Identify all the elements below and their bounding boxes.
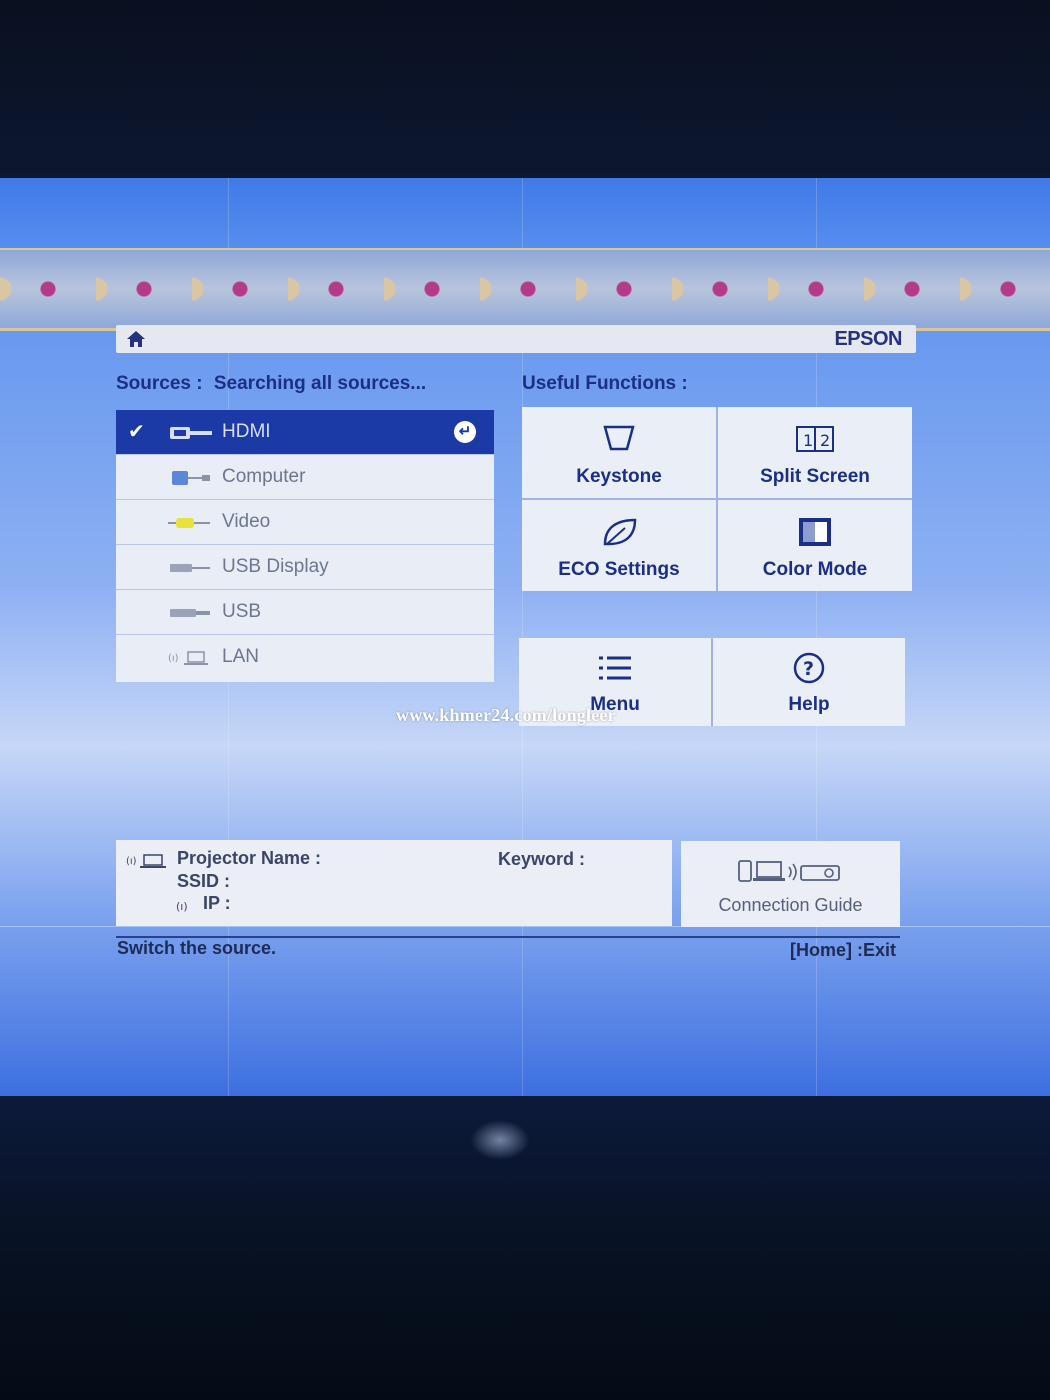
source-label: HDMI	[222, 421, 271, 442]
eco-settings-button[interactable]: ECO Settings	[522, 500, 716, 591]
svg-text:?: ?	[803, 658, 814, 680]
source-item-video[interactable]: Video	[116, 500, 494, 545]
source-label: Computer	[222, 466, 306, 487]
source-item-computer[interactable]: Computer	[116, 455, 494, 500]
tile-label: ECO Settings	[558, 559, 680, 580]
sources-label: Sources :	[116, 373, 203, 394]
sources-list: ✔ HDMI ↵ Computer Video USB Display USB …	[116, 410, 494, 682]
keystone-icon	[603, 425, 635, 451]
split-screen-icon: 1 2	[796, 426, 834, 452]
svg-text:2: 2	[820, 431, 830, 450]
wall-border-pattern	[0, 248, 1050, 331]
source-item-usb-display[interactable]: USB Display	[116, 545, 494, 590]
svg-text:(ı): (ı)	[176, 900, 188, 913]
network-projector-icon: (ı)	[126, 854, 166, 868]
source-label: USB Display	[222, 556, 329, 577]
keyword-label: Keyword :	[498, 849, 586, 869]
svg-text:(ı): (ı)	[126, 856, 137, 867]
brand-logo: EPSON	[834, 328, 902, 350]
title-bar: EPSON	[116, 325, 916, 353]
keystone-button[interactable]: Keystone	[522, 407, 716, 498]
usb-display-icon	[170, 564, 210, 572]
source-item-hdmi[interactable]: ✔ HDMI ↵	[116, 410, 494, 455]
home-icon[interactable]	[126, 330, 146, 348]
ip-label: IP :	[203, 893, 231, 913]
sources-status: Searching all sources...	[213, 373, 427, 394]
tile-label: Color Mode	[762, 559, 868, 580]
menu-list-icon	[599, 656, 631, 680]
source-label: Video	[222, 511, 271, 532]
color-mode-icon	[799, 518, 831, 546]
wifi-icon: (ı)	[176, 900, 188, 913]
enter-icon: ↵	[454, 421, 476, 443]
connection-devices-icon	[738, 860, 840, 882]
help-icon: ?	[793, 652, 825, 684]
footer-exit-hint: [Home] :Exit	[789, 940, 896, 960]
room-wall-dark-top	[0, 0, 1050, 180]
svg-text:(ı): (ı)	[168, 653, 179, 664]
rca-video-icon	[168, 518, 210, 528]
source-item-lan[interactable]: (ı) LAN	[116, 635, 494, 680]
hdmi-icon	[170, 427, 212, 439]
help-button[interactable]: ? Help	[713, 638, 905, 726]
check-icon: ✔	[128, 421, 145, 443]
ssid-label: SSID :	[177, 871, 231, 891]
tile-label: Split Screen	[760, 466, 870, 487]
projector-screen: EPSON Sources : Searching all sources...…	[0, 178, 1050, 1096]
tile-label: Keystone	[576, 466, 662, 487]
split-screen-button[interactable]: 1 2 Split Screen	[718, 407, 912, 498]
watermark-text: www.khmer24.com/longleer	[396, 705, 616, 725]
projector-name-label: Projector Name :	[177, 848, 322, 868]
usb-icon	[170, 609, 210, 617]
footer-hint: Switch the source.	[117, 938, 277, 958]
source-item-usb[interactable]: USB	[116, 590, 494, 635]
useful-functions-grid: Keystone 1 2 Split Screen ECO Settings C…	[522, 407, 912, 591]
network-info-panel: (ı) Projector Name : SSID : (ı) IP : Key…	[116, 840, 672, 926]
leaf-icon	[603, 518, 637, 546]
source-label: USB	[222, 601, 262, 622]
connection-guide-button[interactable]: Connection Guide	[681, 841, 900, 927]
lan-icon: (ı)	[168, 651, 208, 665]
sources-heading: Sources : Searching all sources...	[116, 373, 426, 395]
floor-reflection	[470, 1120, 530, 1160]
svg-text:1: 1	[803, 431, 813, 450]
tile-label: Help	[788, 694, 830, 715]
connection-guide-label: Connection Guide	[718, 895, 863, 915]
useful-functions-heading: Useful Functions :	[522, 373, 688, 394]
color-mode-button[interactable]: Color Mode	[718, 500, 912, 591]
vga-icon	[172, 471, 210, 485]
source-label: LAN	[222, 646, 259, 667]
